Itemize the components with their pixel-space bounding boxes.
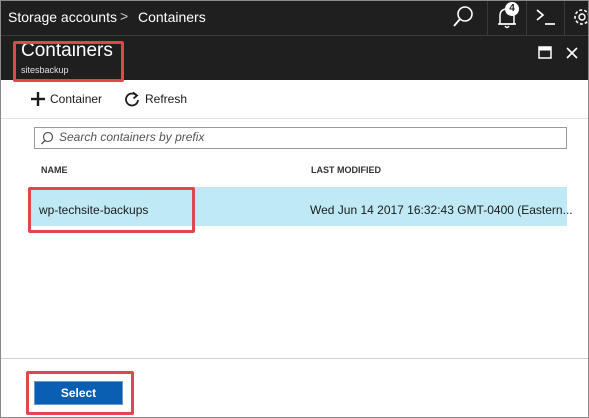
storage-containers-window: Storage accounts > Containers 4 Containe… — [0, 0, 589, 418]
close-icon — [566, 47, 578, 59]
search-icon — [453, 6, 473, 27]
container-name-cell: wp-techsite-backups — [39, 203, 149, 217]
refresh-button[interactable]: Refresh — [124, 90, 187, 108]
notification-count-badge: 4 — [505, 2, 519, 16]
maximize-button[interactable] — [538, 46, 552, 60]
breadcrumb-containers[interactable]: Containers — [138, 9, 206, 25]
last-modified-cell: Wed Jun 14 2017 16:32:43 GMT-0400 (Easte… — [310, 203, 573, 217]
search-containers-box[interactable] — [34, 127, 567, 149]
breadcrumb-separator: > — [120, 8, 129, 24]
cloud-shell-icon — [536, 9, 555, 25]
add-container-button[interactable]: Container — [30, 90, 102, 108]
blade-title: Containers — [21, 40, 113, 61]
refresh-icon — [125, 91, 139, 106]
blade-footer: Select — [1, 358, 588, 417]
settings-button[interactable] — [564, 1, 588, 35]
add-container-label: Container — [50, 92, 103, 106]
breadcrumb-storage-accounts[interactable]: Storage accounts — [8, 9, 117, 25]
search-icon — [41, 131, 54, 145]
maximize-icon — [538, 46, 552, 59]
close-button[interactable] — [564, 45, 580, 61]
search-button[interactable] — [445, 1, 483, 35]
blade-header: Containers sitesbackup — [1, 35, 588, 80]
select-button[interactable]: Select — [34, 381, 123, 405]
blade-subtitle: sitesbackup — [21, 65, 69, 75]
gear-icon — [574, 9, 588, 25]
top-navigation-bar: Storage accounts > Containers 4 — [1, 1, 588, 35]
table-row[interactable]: wp-techsite-backups Wed Jun 14 2017 16:3… — [30, 187, 573, 226]
plus-icon — [31, 92, 45, 106]
blade-toolbar: Container Refresh — [1, 80, 588, 119]
column-header-name[interactable]: NAME — [41, 165, 68, 175]
cloud-shell-button[interactable] — [526, 1, 565, 35]
refresh-label: Refresh — [145, 92, 188, 106]
column-header-last-modified[interactable]: LAST MODIFIED — [311, 165, 381, 175]
search-containers-input[interactable] — [59, 129, 559, 145]
notifications-button[interactable]: 4 — [487, 1, 526, 35]
